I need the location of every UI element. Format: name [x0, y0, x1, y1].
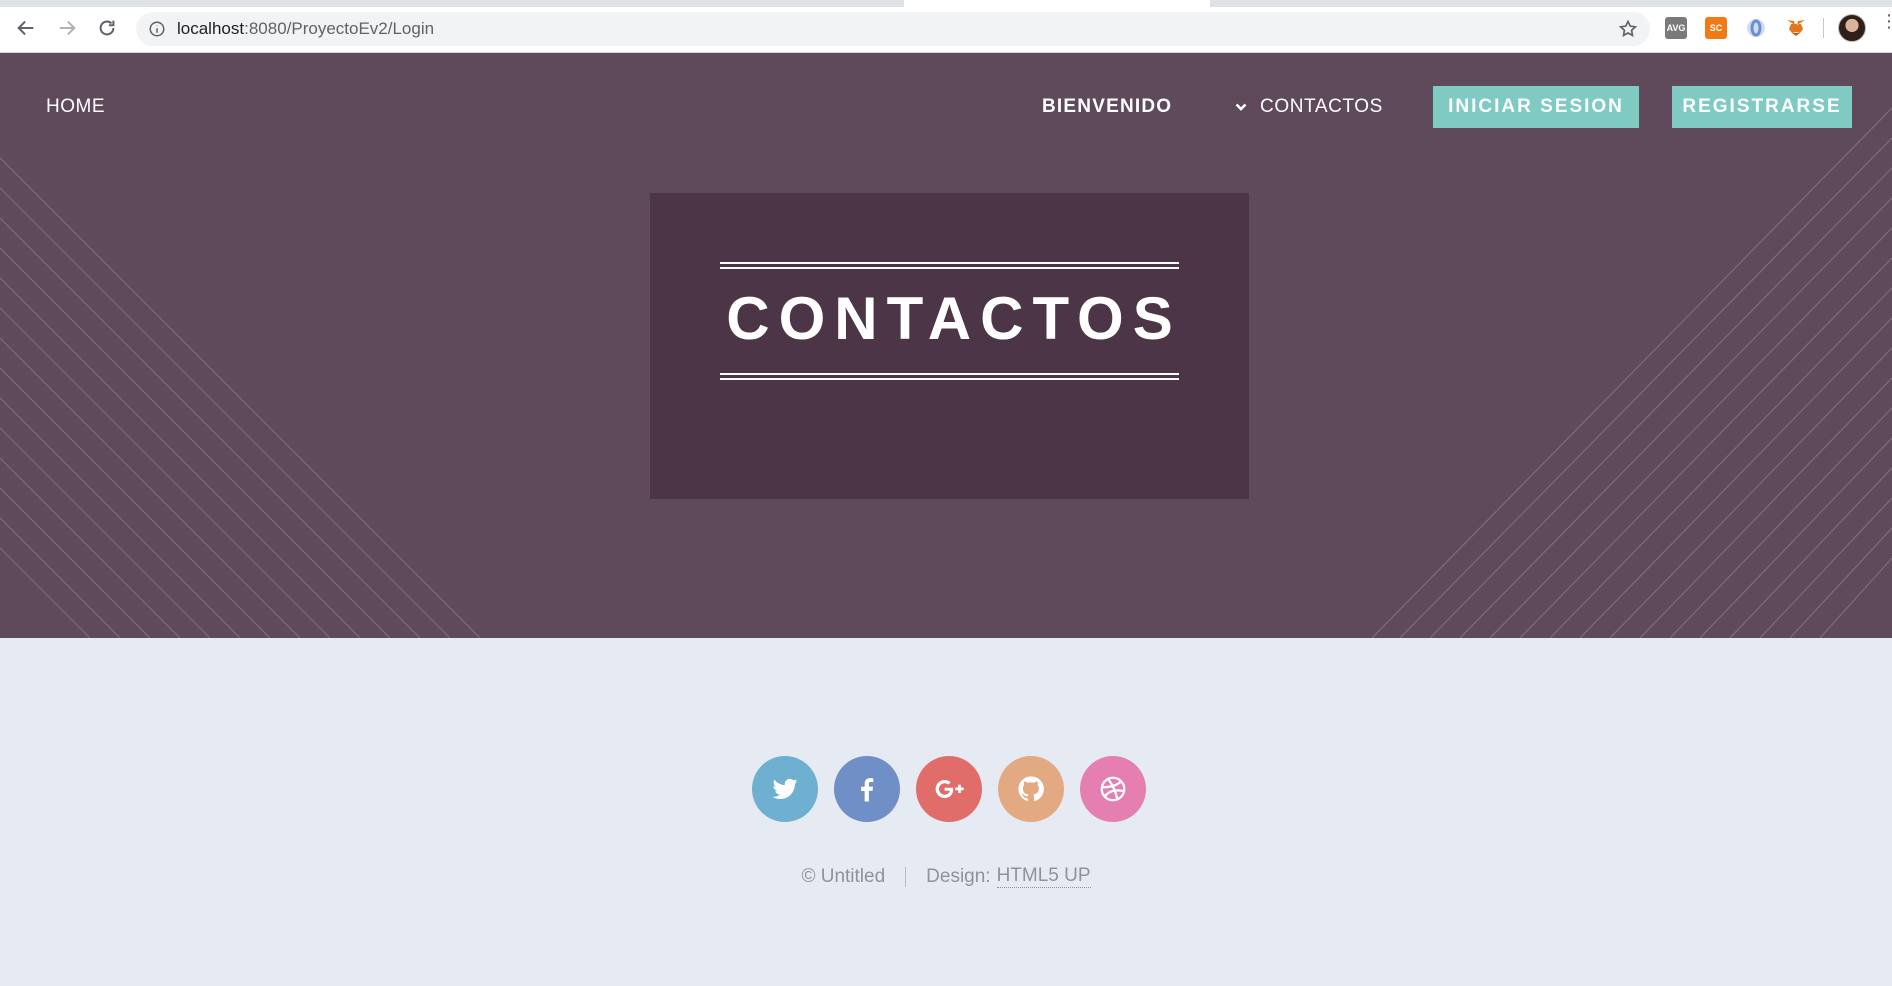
url-host: localhost	[177, 19, 245, 38]
copyright-text: © Untitled	[801, 865, 886, 887]
info-icon[interactable]	[148, 20, 166, 38]
dribbble-icon[interactable]	[1080, 756, 1146, 822]
header-banner: HOME BIENVENIDO CONTACTOS INICIAR SESION…	[0, 53, 1892, 638]
browser-toolbar: localhost:8080/ProyectoEv2/Login AVG SC …	[0, 0, 1892, 53]
github-icon[interactable]	[998, 756, 1064, 822]
copyright-line: © Untitled Design: HTML5 UP	[0, 865, 1892, 888]
design-credit-link[interactable]: HTML5 UP	[996, 865, 1091, 888]
copyright-divider	[905, 866, 907, 887]
title-rule-bottom	[720, 373, 1179, 380]
nav-contacts-label: CONTACTOS	[1260, 96, 1383, 117]
bookmark-star-icon[interactable]	[1618, 19, 1638, 39]
toolbar-separator	[1823, 18, 1824, 38]
page-title: CONTACTOS	[726, 285, 1182, 352]
title-rule-top	[720, 262, 1179, 269]
google-plus-icon[interactable]	[916, 756, 982, 822]
nav-home-link[interactable]: HOME	[46, 96, 105, 118]
browser-menu-icon[interactable]: ⋮	[1880, 12, 1892, 40]
page-title-box: CONTACTOS	[650, 193, 1249, 499]
sc-icon[interactable]: SC	[1705, 17, 1727, 39]
register-button[interactable]: REGISTRARSE	[1672, 86, 1852, 128]
metamask-icon[interactable]	[1785, 17, 1807, 39]
login-button[interactable]: INICIAR SESION	[1433, 86, 1639, 128]
url-text[interactable]: localhost:8080/ProyectoEv2/Login	[177, 19, 434, 39]
back-icon[interactable]	[12, 14, 40, 42]
twitter-icon[interactable]	[752, 756, 818, 822]
opera-icon[interactable]	[1745, 17, 1767, 39]
address-bar[interactable]: localhost:8080/ProyectoEv2/Login	[136, 12, 1650, 46]
avg-icon[interactable]: AVG	[1665, 17, 1687, 39]
design-label: Design:	[926, 865, 991, 887]
chevron-down-icon	[1235, 103, 1247, 111]
reload-icon[interactable]	[93, 14, 121, 42]
nav-welcome-link[interactable]: BIENVENIDO	[1042, 96, 1172, 118]
facebook-icon[interactable]	[834, 756, 900, 822]
footer: © Untitled Design: HTML5 UP	[0, 638, 1892, 986]
active-tab[interactable]	[904, 0, 1210, 7]
forward-icon[interactable]	[53, 14, 81, 42]
profile-avatar[interactable]	[1838, 14, 1866, 42]
tab-strip	[0, 0, 1892, 7]
nav-contacts-dropdown[interactable]: CONTACTOS	[1234, 96, 1383, 118]
url-path: :8080/ProyectoEv2/Login	[244, 19, 435, 38]
